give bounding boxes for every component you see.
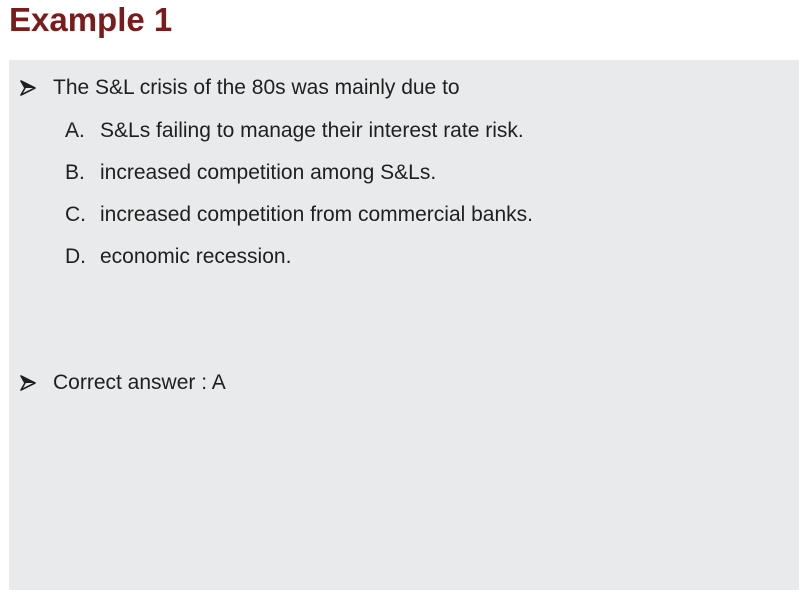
option-letter: C. <box>65 203 86 226</box>
slide-title: Example 1 <box>9 1 173 38</box>
option-c: C. increased competition from commercial… <box>65 202 533 244</box>
option-text: S&Ls failing to manage their interest ra… <box>100 119 524 142</box>
option-text: increased competition from commercial ba… <box>100 203 534 226</box>
option-text: economic recession. <box>100 245 292 268</box>
question-text: The S&L crisis of the 80s was mainly due… <box>53 76 460 99</box>
option-letter: B. <box>65 161 85 184</box>
content-panel: The S&L crisis of the 80s was mainly due… <box>9 60 799 590</box>
answer-row: Correct answer : A <box>19 371 226 395</box>
option-b: B. increased competition among S&Ls. <box>65 160 533 202</box>
arrow-bullet-icon <box>20 80 36 96</box>
correct-answer-text: Correct answer : A <box>53 371 226 394</box>
option-a: A. S&Ls failing to manage their interest… <box>65 118 533 160</box>
option-d: D. economic recession. <box>65 244 533 286</box>
answer-options-list: A. S&Ls failing to manage their interest… <box>65 118 533 286</box>
option-letter: A. <box>65 119 85 142</box>
question-row: The S&L crisis of the 80s was mainly due… <box>19 76 460 100</box>
option-letter: D. <box>65 245 86 268</box>
arrow-bullet-icon <box>20 375 36 391</box>
option-text: increased competition among S&Ls. <box>100 161 437 184</box>
